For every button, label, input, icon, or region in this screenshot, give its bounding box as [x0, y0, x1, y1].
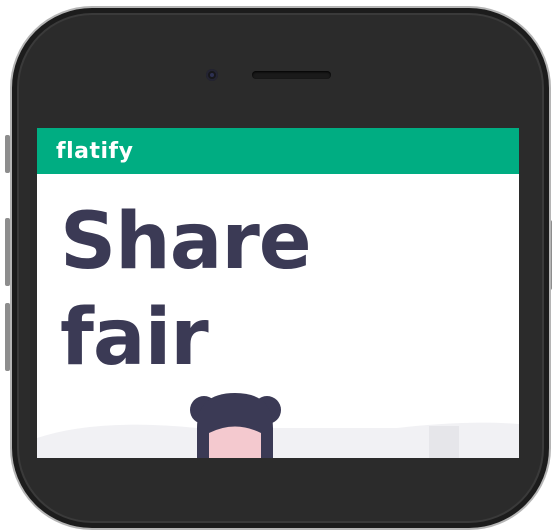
camera-icon — [206, 69, 218, 81]
headline-line-2: fair — [60, 293, 209, 383]
hero-headline: Share fair — [60, 194, 312, 386]
character-avatar — [190, 393, 281, 458]
app-screen: flatify Share fair — [37, 128, 519, 458]
speaker-grille — [252, 71, 331, 79]
headline-line-1: Share — [60, 197, 312, 287]
hero-furniture — [429, 426, 459, 458]
